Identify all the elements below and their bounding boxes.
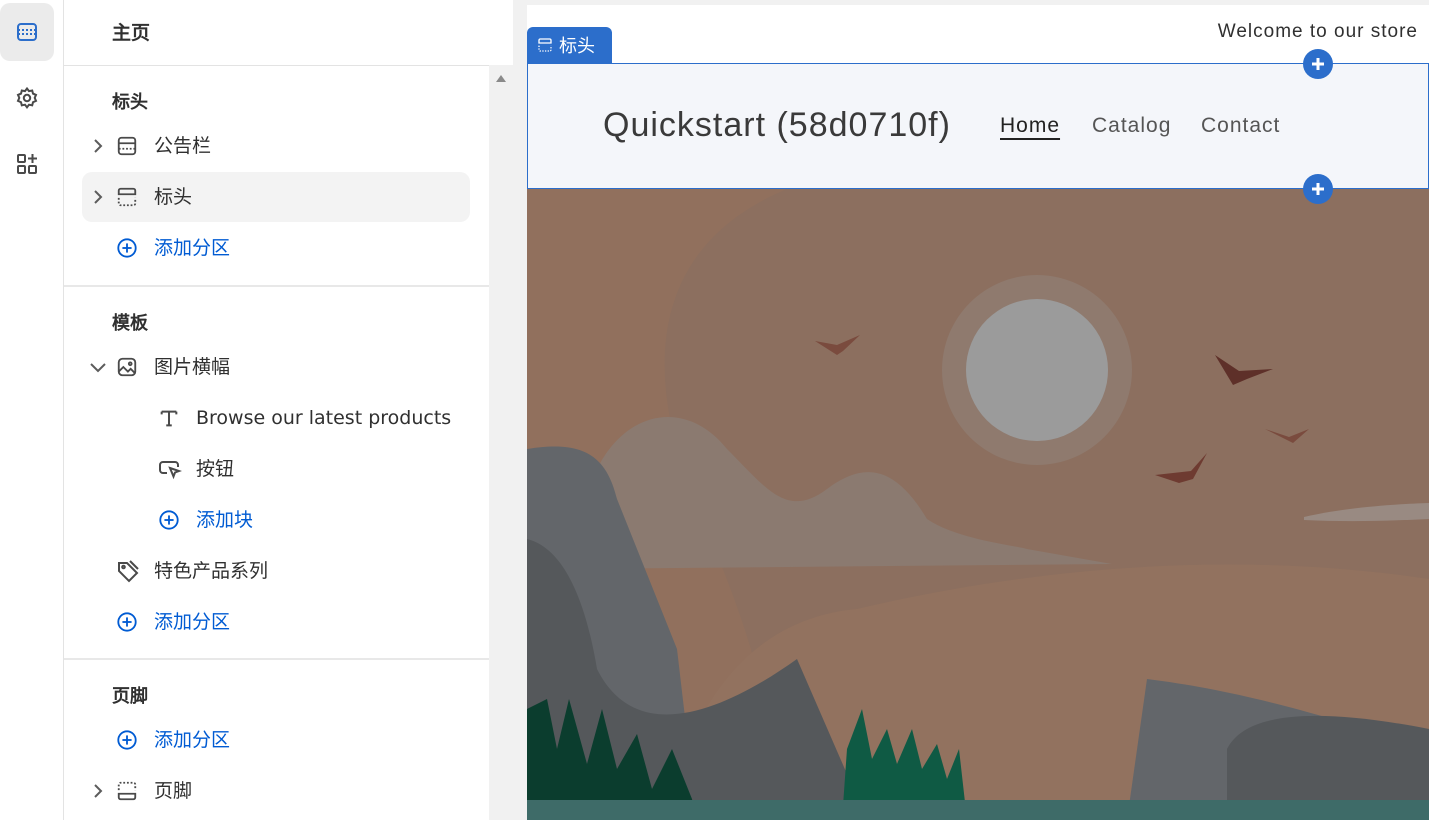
add-section-label: 添加分区 xyxy=(154,611,231,633)
section-announcement-bar[interactable]: 公告栏 xyxy=(82,121,470,171)
section-featured-collection[interactable]: 特色产品系列 xyxy=(82,546,470,596)
plus-circle-icon xyxy=(116,223,138,273)
store-header[interactable]: Quickstart (58d0710f) Home Catalog Conta… xyxy=(527,63,1429,189)
divider xyxy=(64,285,489,287)
section-label: 图片横幅 xyxy=(154,356,231,378)
plus-circle-icon xyxy=(158,495,180,545)
add-section-label: 添加分区 xyxy=(154,729,231,751)
icon-rail xyxy=(0,0,64,820)
header-section-icon xyxy=(116,172,138,222)
block-label: 按钮 xyxy=(196,458,235,480)
sections-rail-button[interactable] xyxy=(0,3,54,61)
section-footer[interactable]: 页脚 xyxy=(82,766,470,816)
divider xyxy=(64,658,489,660)
apps-rail-button[interactable] xyxy=(0,135,54,193)
section-label: 标头 xyxy=(154,186,193,208)
store-logo[interactable]: Quickstart (58d0710f) xyxy=(603,106,951,145)
header-section-icon xyxy=(538,38,552,52)
chevron-right-icon[interactable] xyxy=(92,121,104,171)
selected-section-label: 标头 xyxy=(559,36,595,57)
settings-rail-button[interactable] xyxy=(0,69,54,127)
section-label: 页脚 xyxy=(154,780,193,802)
section-image-banner[interactable]: 图片横幅 xyxy=(82,342,470,392)
chevron-right-icon[interactable] xyxy=(92,766,104,816)
nav-catalog[interactable]: Catalog xyxy=(1092,114,1171,138)
add-section-label: 添加分区 xyxy=(154,237,231,259)
plus-circle-icon xyxy=(116,597,138,647)
nav-contact[interactable]: Contact xyxy=(1201,114,1280,138)
plus-icon xyxy=(1312,183,1324,195)
section-header[interactable]: 标头 xyxy=(82,172,470,222)
nav-home[interactable]: Home xyxy=(1000,114,1060,138)
block-button[interactable]: 按钮 xyxy=(124,444,470,494)
group-title-footer: 页脚 xyxy=(112,686,148,707)
announcement-bar-icon xyxy=(116,121,138,171)
scroll-up-arrow-icon[interactable] xyxy=(496,75,506,82)
apps-icon xyxy=(17,154,37,174)
tag-icon xyxy=(116,546,140,596)
selected-section-tag[interactable]: 标头 xyxy=(527,27,612,63)
plus-icon xyxy=(1312,58,1324,70)
add-block-label: 添加块 xyxy=(196,509,254,531)
add-section-button-footer[interactable]: 添加分区 xyxy=(82,715,470,765)
panel-scrollbar[interactable] xyxy=(489,65,514,820)
add-section-button-header[interactable]: 添加分区 xyxy=(82,223,470,273)
insert-section-above-button[interactable] xyxy=(1303,49,1333,79)
preview-page: Welcome to our store Quickstart (58d0710… xyxy=(527,5,1429,820)
store-preview: Welcome to our store Quickstart (58d0710… xyxy=(514,0,1429,820)
insert-section-below-button[interactable] xyxy=(1303,174,1333,204)
announcement-text: Welcome to our store xyxy=(1217,21,1418,42)
group-title-header: 标头 xyxy=(112,92,148,113)
text-icon xyxy=(158,393,180,443)
banner-image xyxy=(527,189,1429,820)
block-text[interactable]: Browse our latest products xyxy=(124,393,470,443)
chevron-down-icon[interactable] xyxy=(90,342,106,392)
section-label: 特色产品系列 xyxy=(154,560,269,582)
plus-circle-icon xyxy=(116,715,138,765)
footer-section-icon xyxy=(116,766,138,816)
group-title-template: 模板 xyxy=(112,313,148,334)
panel-header: 主页 xyxy=(64,0,513,66)
image-icon xyxy=(116,342,138,392)
section-label: 公告栏 xyxy=(154,135,212,157)
add-block-button[interactable]: 添加块 xyxy=(124,495,470,545)
add-section-button-template[interactable]: 添加分区 xyxy=(82,597,470,647)
cursor-button-icon xyxy=(158,444,182,494)
sections-icon xyxy=(17,23,37,41)
settings-icon xyxy=(16,86,38,109)
block-label: Browse our latest products xyxy=(196,407,452,429)
page-title: 主页 xyxy=(112,22,151,44)
sections-panel: 主页 标头 公告栏 标头 添加分区 模板 图片横幅 Browse our lat… xyxy=(64,0,513,820)
chevron-right-icon[interactable] xyxy=(92,172,104,222)
